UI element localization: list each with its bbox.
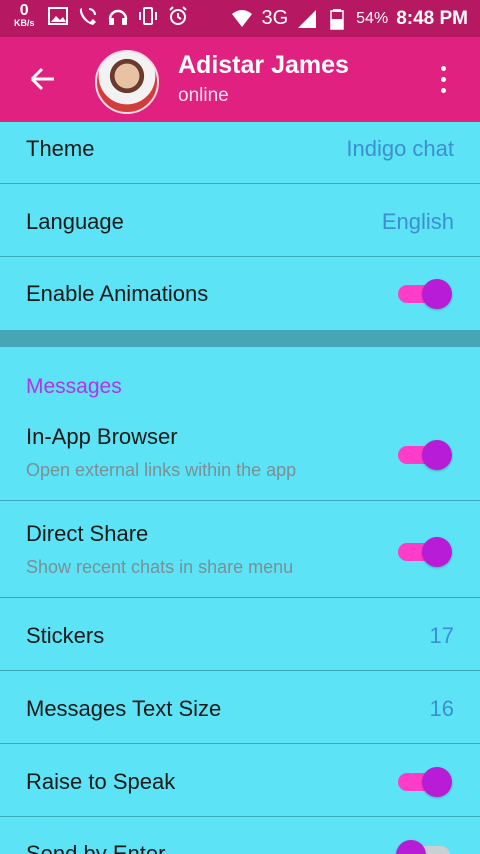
- setting-language[interactable]: Language English: [0, 184, 480, 257]
- wifi-call-icon: [79, 7, 96, 25]
- setting-language-value: English: [381, 209, 454, 234]
- setting-stickers-value: 17: [429, 623, 454, 648]
- direct-share-toggle[interactable]: [396, 534, 454, 570]
- network-speed: 0 KB/s: [14, 3, 35, 28]
- setting-enable-animations-label: Enable Animations: [26, 281, 209, 306]
- setting-direct-share-subtitle: Show recent chats in share menu: [26, 557, 294, 577]
- setting-messages-text-size[interactable]: Messages Text Size 16: [0, 671, 480, 744]
- contact-status: online: [178, 85, 229, 106]
- status-bar: 0 KB/s 3G 54% 8:48 PM: [0, 0, 480, 37]
- section-title-messages: Messages: [26, 375, 122, 398]
- back-arrow-icon[interactable]: [28, 64, 58, 94]
- enable-animations-toggle[interactable]: [396, 276, 454, 312]
- setting-send-by-enter-label: Send by Enter: [26, 841, 166, 854]
- setting-enable-animations[interactable]: Enable Animations: [0, 257, 480, 330]
- send-by-enter-toggle[interactable]: [396, 837, 454, 854]
- section-divider: [0, 330, 480, 347]
- avatar[interactable]: [95, 50, 159, 114]
- setting-stickers-label: Stickers: [26, 623, 105, 648]
- signal-icon: [298, 9, 317, 28]
- contact-name[interactable]: Adistar James: [178, 51, 349, 80]
- setting-language-label: Language: [26, 209, 124, 234]
- network-type: 3G: [261, 7, 289, 29]
- in-app-browser-toggle[interactable]: [396, 437, 454, 473]
- vibrate-icon: [138, 6, 157, 25]
- network-speed-value: 0: [19, 2, 29, 19]
- network-speed-unit: KB/s: [14, 18, 35, 28]
- raise-to-speak-toggle[interactable]: [396, 764, 454, 800]
- alarm-icon: [168, 5, 187, 25]
- setting-in-app-browser-label: In-App Browser: [26, 424, 178, 449]
- app-bar: Adistar James online: [0, 37, 480, 122]
- status-icons-right: 3G 54% 8:48 PM: [231, 0, 468, 37]
- setting-send-by-enter[interactable]: Send by Enter: [0, 817, 480, 854]
- setting-direct-share[interactable]: Direct Share Show recent chats in share …: [0, 501, 480, 598]
- gallery-icon: [47, 6, 68, 25]
- setting-messages-text-size-value: 16: [429, 696, 454, 721]
- setting-theme[interactable]: Theme Indigo chat: [0, 122, 480, 184]
- setting-stickers[interactable]: Stickers 17: [0, 598, 480, 671]
- headphones-icon: [108, 9, 127, 25]
- setting-theme-label: Theme: [26, 136, 95, 161]
- clock: 8:48 PM: [396, 7, 468, 29]
- setting-raise-to-speak-label: Raise to Speak: [26, 769, 176, 794]
- setting-theme-value: Indigo chat: [346, 136, 454, 161]
- setting-raise-to-speak[interactable]: Raise to Speak: [0, 744, 480, 817]
- setting-messages-text-size-label: Messages Text Size: [26, 696, 222, 721]
- setting-in-app-browser[interactable]: In-App Browser Open external links withi…: [0, 405, 480, 501]
- battery-percent: 54%: [356, 9, 389, 27]
- wifi-icon: [232, 9, 253, 27]
- battery-icon: [330, 8, 344, 30]
- more-options-icon[interactable]: [438, 64, 448, 96]
- setting-in-app-browser-subtitle: Open external links within the app: [26, 460, 297, 480]
- status-icons-left: 0 KB/s: [14, 3, 189, 28]
- setting-direct-share-label: Direct Share: [26, 521, 149, 546]
